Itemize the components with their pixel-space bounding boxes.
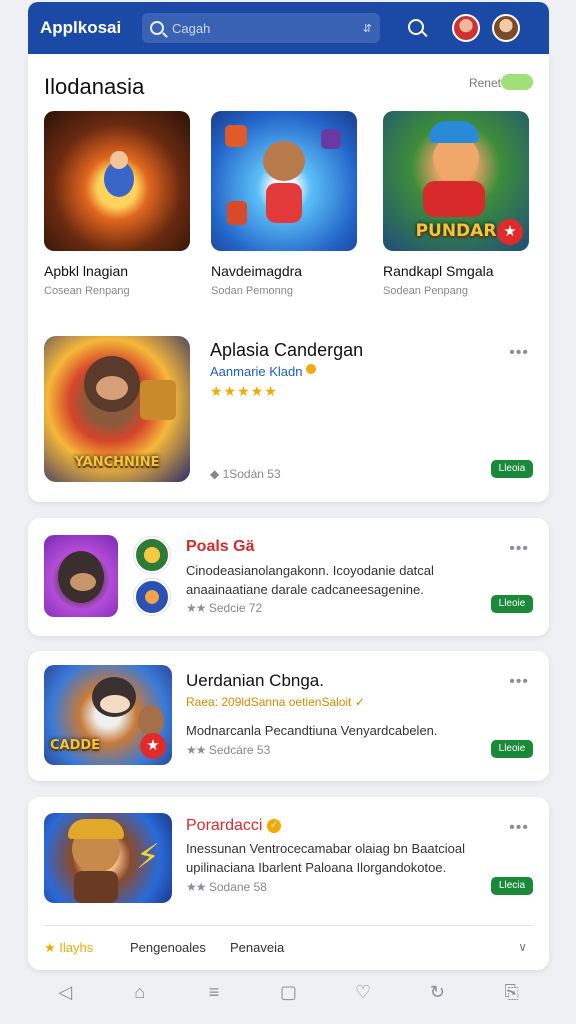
featured-app-2[interactable]: Navdeimagdra Sodan Pemonng [211, 111, 357, 297]
tab-bar: ★ Ilayhs Pengenoales Penaveia ∨ [44, 925, 533, 969]
app-name: Apbkl lnagian [44, 263, 129, 279]
search-bar[interactable]: ⇵ [142, 13, 380, 43]
featured-app-3[interactable]: PUNDAR ★ Randkapl Smgala Sodean Penpang [383, 111, 529, 297]
app-subtitle: Cosean Renpang [44, 285, 130, 297]
more-options-icon[interactable]: ••• [509, 819, 529, 837]
app-thumbnail[interactable]: CADDE ★ [44, 665, 172, 765]
install-button[interactable]: Lleoie [491, 740, 533, 758]
star-icon: ★★ [186, 743, 206, 757]
chevron-down-icon[interactable]: ∨ [518, 940, 527, 954]
list-item[interactable]: Poals Gä ••• Cinodeasianolangakonn. Icoy… [28, 518, 549, 636]
app-thumbnail[interactable]: PUNDAR ★ [383, 111, 529, 251]
mini-app-icon [134, 579, 170, 615]
highlight-thumbnail[interactable]: YANCHNINE [44, 336, 190, 482]
tab-penaveia[interactable]: Penaveia [230, 940, 284, 955]
item-rating: ★★ Sedcáre 53 [186, 743, 271, 757]
item-subtitle: Raea: 209ldSanna oetienSaloit ✓ [186, 695, 365, 709]
mini-icons [134, 537, 170, 621]
app-thumbnail[interactable] [211, 111, 357, 251]
app-thumbnail[interactable]: ⚡ [44, 813, 172, 903]
app-title: Applkosai [40, 18, 122, 37]
app-name: Randkapl Smgala [383, 263, 494, 279]
search-icon [150, 21, 164, 35]
rating-stars: ★★★★★ [210, 383, 278, 399]
bookmark-icon[interactable]: ⎘ [499, 979, 525, 1005]
heart-icon[interactable]: ♡ [350, 979, 376, 1005]
app-thumbnail[interactable] [44, 111, 190, 251]
item-title: Porardacci ✓ [186, 817, 281, 835]
avatar-secondary[interactable] [492, 14, 520, 42]
install-button[interactable]: Llecia [491, 877, 533, 895]
play-badge-icon: ★ [140, 733, 166, 759]
item-rating: ★★ Sodane 58 [186, 880, 267, 894]
app-subtitle: Sodean Penpang [383, 285, 469, 297]
highlight-title: Aplasia Candergan [210, 340, 364, 360]
app-thumbnail[interactable] [44, 535, 118, 617]
refresh-icon[interactable]: ↻ [424, 979, 450, 1005]
search-button-icon[interactable] [406, 17, 428, 39]
home-icon[interactable]: ⌂ [127, 979, 153, 1005]
app-name: Navdeimagdra [211, 263, 303, 279]
avatar[interactable] [452, 14, 480, 42]
thumbnail-text: YANCHNINE [74, 455, 160, 470]
tab-ilayhs[interactable]: ★ Ilayhs [44, 940, 93, 956]
more-options-icon[interactable]: ••• [509, 540, 529, 558]
verified-icon: ✓ [354, 695, 365, 709]
lightning-icon: ⚡ [136, 838, 160, 876]
item-title: Uerdanian Cbnga. [186, 671, 324, 690]
section-title: Ilodanasia [44, 74, 145, 99]
install-button[interactable]: Lleoie [491, 595, 533, 613]
featured-card: Ilodanasia Renet Apbkl lnagian Cosean Re… [28, 54, 549, 502]
highlight-subtitle: Aanmarie Kladn [210, 364, 317, 379]
more-options-icon[interactable]: ••• [509, 673, 529, 691]
featured-app-1[interactable]: Apbkl lnagian Cosean Renpang [44, 111, 190, 297]
square-icon[interactable]: ▢ [275, 979, 301, 1005]
bottom-navigation: ◁ ⌂ ≡ ▢ ♡ ↻ ⎘ [28, 970, 549, 1014]
item-description: Modnarcanla Pecandtiuna Venyardcabelen. [186, 723, 438, 738]
item-rating: ★★ Sedcie 72 [186, 601, 263, 615]
toggle-switch[interactable] [501, 74, 533, 90]
menu-icon[interactable]: ≡ [201, 979, 227, 1005]
verified-icon [306, 364, 317, 374]
top-app-bar: Applkosai ⇵ [28, 2, 549, 54]
more-options-icon[interactable]: ••• [509, 344, 529, 362]
downloads-meta: ◆ 1Sodán 53 [210, 467, 281, 481]
item-description: Cinodeasianolangakonn. Icoyodanie datcal… [186, 563, 434, 597]
item-description: Inessunan Ventrocecamabar olaiag bn Baat… [186, 841, 465, 875]
star-icon: ★★ [186, 601, 206, 615]
tag-icon: ◆ [210, 467, 220, 481]
list-item[interactable]: ⚡ Porardacci ✓ ••• Inessunan Ventrocecam… [28, 797, 549, 970]
star-icon: ★ [44, 940, 56, 955]
see-more-link[interactable]: Renet [469, 76, 501, 90]
list-item[interactable]: CADDE ★ Uerdanian Cbnga. ••• Raea: 209ld… [28, 651, 549, 781]
verified-icon: ✓ [266, 819, 281, 833]
app-subtitle: Sodan Pemonng [211, 285, 293, 297]
mini-app-icon [134, 537, 170, 573]
play-badge-icon: ★ [497, 219, 523, 245]
back-icon[interactable]: ◁ [52, 979, 78, 1005]
tab-pengenoales[interactable]: Pengenoales [130, 940, 206, 955]
install-button[interactable]: Lleoia [491, 460, 533, 478]
search-input[interactable] [172, 20, 355, 36]
filter-icon[interactable]: ⇵ [363, 22, 372, 35]
star-icon: ★★ [186, 880, 206, 894]
item-title: Poals Gä [186, 538, 255, 555]
